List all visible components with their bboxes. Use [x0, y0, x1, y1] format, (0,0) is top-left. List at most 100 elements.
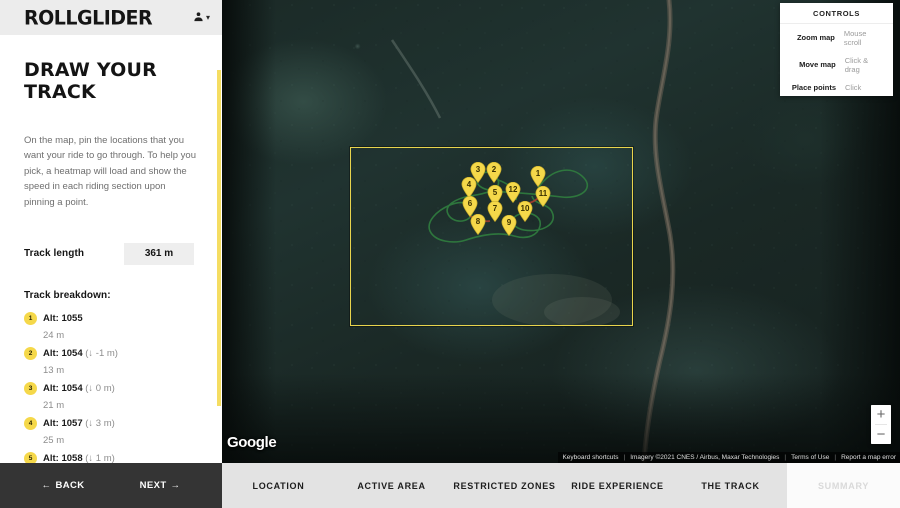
track-breakdown-item: 2 Alt: 1054 (↓ -1 m) 13 m — [24, 347, 196, 376]
map-zoom-controls[interactable]: + − — [871, 405, 891, 444]
altitude-delta: (↓ 1 m) — [83, 453, 115, 463]
map-pin[interactable]: 10 — [517, 201, 533, 222]
track-length-label: Track length — [24, 248, 84, 259]
map-controls-card: CONTROLS Zoom map Mouse scroll Move map Cli… — [780, 3, 893, 96]
control-action-label: Place points — [788, 83, 836, 92]
wizard-step-ride-experience[interactable]: RIDE EXPERIENCE — [561, 463, 674, 508]
map-pin[interactable]: 12 — [505, 182, 521, 203]
map-pin[interactable]: 2 — [486, 162, 502, 183]
point-index-badge: 2 — [24, 347, 37, 360]
breakdown-point-row[interactable]: 4 Alt: 1057 (↓ 3 m) — [24, 417, 196, 430]
wizard-step-summary: SUMMARY — [787, 463, 900, 508]
altitude-delta: (↓ 3 m) — [83, 418, 115, 429]
attrib-separator-3: | — [834, 454, 836, 461]
segment-distance: 13 m — [43, 365, 196, 376]
wizard-steps: LOCATIONACTIVE AREARESTRICTED ZONESRIDE … — [222, 463, 900, 508]
point-altitude: Alt: 1055 — [43, 313, 83, 324]
altitude-delta: (↓ 0 m) — [83, 383, 115, 394]
track-breakdown-item: 4 Alt: 1057 (↓ 3 m) 25 m — [24, 417, 196, 446]
altitude-value: Alt: 1058 — [43, 453, 83, 463]
altitude-delta: (↓ -1 m) — [83, 348, 118, 359]
control-gesture-label: Mouse scroll — [844, 29, 885, 47]
app-root: 123456789101112 Google + − Keyboard shor… — [0, 0, 900, 508]
control-row: Zoom map Mouse scroll — [780, 24, 893, 51]
wizard-step-restricted-zones[interactable]: RESTRICTED ZONES — [448, 463, 561, 508]
map-attribution-bar: Keyboard shortcuts | Imagery ©2021 CNES … — [558, 452, 900, 463]
pin-icon — [486, 162, 502, 183]
back-button[interactable]: ← BACK — [42, 480, 85, 491]
map-pin[interactable]: 9 — [501, 215, 517, 236]
sidebar-content: DRAW YOUR TRACK On the map, pin the loca… — [0, 35, 222, 463]
track-breakdown-item: 5Alt: 1058 (↓ 1 m)25 m — [24, 452, 196, 463]
altitude-value: Alt: 1054 — [43, 383, 83, 394]
next-button-label: NEXT — [140, 480, 167, 491]
map-pin[interactable]: 1 — [530, 166, 546, 187]
sidebar-panel: DRAW YOUR TRACK On the map, pin the loca… — [0, 35, 222, 463]
point-index-badge: 5 — [24, 452, 37, 463]
breakdown-point-row[interactable]: 3 Alt: 1054 (↓ 0 m) — [24, 382, 196, 395]
arrow-right-icon: → — [171, 480, 181, 491]
track-length-row: Track length 361 m — [24, 243, 196, 265]
map-pin[interactable]: 11 — [535, 186, 551, 207]
map-pin[interactable]: 4 — [461, 177, 477, 198]
brand-bar: ROLLGLIDER ▾ — [0, 0, 222, 35]
wizard-step-the-track[interactable]: THE TRACK — [674, 463, 787, 508]
altitude-value: Alt: 1057 — [43, 418, 83, 429]
user-menu[interactable]: ▾ — [193, 9, 210, 27]
breakdown-point-row[interactable]: 5 Alt: 1058 (↓ 1 m) — [24, 452, 196, 463]
control-row: Move map Click & drag — [780, 51, 893, 78]
control-action-label: Move map — [788, 60, 836, 69]
segment-distance: 25 m — [43, 435, 196, 446]
pin-icon — [461, 177, 477, 198]
map-pane[interactable]: 123456789101112 Google + − Keyboard shor… — [222, 0, 900, 463]
pin-icon — [505, 182, 521, 203]
control-row: Place points Click — [780, 78, 893, 96]
pin-icon — [530, 166, 546, 187]
track-length-value: 361 m — [124, 243, 194, 265]
segment-distance: 21 m — [43, 400, 196, 411]
point-index-badge: 4 — [24, 417, 37, 430]
map-pin[interactable]: 8 — [470, 214, 486, 235]
track-breakdown-list: 1 Alt: 1055 24 m 2 Alt: 1054 (↓ -1 m) 13 m 3 Al… — [24, 312, 196, 463]
point-altitude: Alt: 1058 (↓ 1 m) — [43, 453, 115, 463]
chevron-down-icon: ▾ — [206, 13, 210, 22]
pin-icon — [470, 214, 486, 235]
sidebar: ROLLGLIDER ▾ DRAW YOUR TRACK On the map,… — [0, 0, 222, 463]
pin-icon — [517, 201, 533, 222]
wizard-step-active-area[interactable]: ACTIVE AREA — [335, 463, 448, 508]
instructions-text: On the map, pin the locations that you w… — [24, 133, 196, 210]
sidebar-scrollbar-track[interactable] — [217, 70, 221, 463]
zoom-in-button[interactable]: + — [871, 405, 891, 424]
controls-title: CONTROLS — [780, 3, 893, 24]
keyboard-shortcuts-link[interactable]: Keyboard shortcuts — [562, 454, 618, 461]
sidebar-scrollbar-thumb[interactable] — [217, 70, 221, 406]
attrib-separator-1: | — [623, 454, 625, 461]
point-index-badge: 3 — [24, 382, 37, 395]
user-icon — [193, 9, 204, 27]
point-altitude: Alt: 1054 (↓ -1 m) — [43, 348, 118, 359]
controls-rows: Zoom map Mouse scroll Move map Click & drag… — [780, 24, 893, 96]
point-altitude: Alt: 1057 (↓ 3 m) — [43, 418, 115, 429]
zoom-out-button[interactable]: − — [871, 425, 891, 444]
track-breakdown-item: 1 Alt: 1055 24 m — [24, 312, 196, 341]
report-map-error-link[interactable]: Report a map error — [841, 454, 896, 461]
control-gesture-label: Click — [845, 83, 861, 92]
altitude-value: Alt: 1054 — [43, 348, 83, 359]
back-button-label: BACK — [55, 480, 84, 491]
point-altitude: Alt: 1054 (↓ 0 m) — [43, 383, 115, 394]
control-action-label: Zoom map — [788, 33, 835, 42]
app-logo[interactable]: ROLLGLIDER — [24, 6, 152, 29]
imagery-credit: Imagery ©2021 CNES / Airbus, Maxar Techn… — [630, 454, 779, 461]
altitude-value: Alt: 1055 — [43, 313, 83, 324]
breakdown-point-row[interactable]: 1 Alt: 1055 — [24, 312, 196, 325]
wizard-step-location[interactable]: LOCATION — [222, 463, 335, 508]
point-index-badge: 1 — [24, 312, 37, 325]
attrib-separator-2: | — [784, 454, 786, 461]
control-gesture-label: Click & drag — [845, 56, 885, 74]
page-title: DRAW YOUR TRACK — [24, 59, 196, 103]
segment-distance: 24 m — [43, 330, 196, 341]
next-button[interactable]: NEXT → — [140, 480, 181, 491]
breakdown-point-row[interactable]: 2 Alt: 1054 (↓ -1 m) — [24, 347, 196, 360]
terms-of-use-link[interactable]: Terms of Use — [791, 454, 829, 461]
wizard-nav-buttons: ← BACK NEXT → — [0, 463, 222, 508]
